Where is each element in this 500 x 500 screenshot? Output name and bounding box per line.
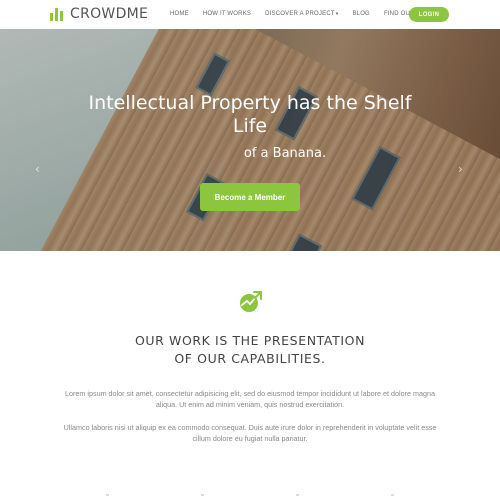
- nav-item-how-it-works[interactable]: HOW IT WORKS: [203, 11, 251, 17]
- chevron-left-icon[interactable]: ‹: [35, 162, 40, 176]
- main-nav: HOME HOW IT WORKS DISCOVER A PROJECT▾ BL…: [170, 11, 448, 17]
- nav-item-home[interactable]: HOME: [170, 11, 189, 17]
- nav-item-discover-a-project[interactable]: DISCOVER A PROJECT▾: [265, 11, 338, 17]
- hero-overlay: [0, 29, 500, 251]
- chart-arrow-icon: [240, 291, 262, 312]
- hero-subtitle: of a Banana.: [243, 146, 327, 161]
- site-header: CROWDME HOME HOW IT WORKS DISCOVER A PRO…: [0, 0, 500, 28]
- hero-title: Intellectual Property has the Shelf Life: [88, 92, 412, 137]
- bottom-divider-dots: [0, 494, 500, 496]
- section-heading-line2: OF OUR CAPABILITIES.: [174, 351, 326, 366]
- nav-item-discover-label: DISCOVER A PROJECT: [265, 11, 335, 17]
- hero-slider: ‹ ›: [0, 29, 500, 251]
- chevron-right-icon[interactable]: ›: [458, 162, 463, 176]
- logo[interactable]: CROWDME: [50, 6, 148, 22]
- nav-item-blog[interactable]: BLOG: [352, 11, 369, 17]
- section-heading-line1: OUR WORK IS THE PRESENTATION: [134, 333, 366, 348]
- chevron-down-icon: ▾: [335, 11, 339, 17]
- logo-bars-icon: [50, 7, 65, 21]
- section-paragraph-2: Ullamco laboris nisi ut aliquip ex ea co…: [63, 423, 437, 443]
- logo-text: CROWDME: [70, 6, 149, 22]
- section-heading: OUR WORK IS THE PRESENTATION OF OUR CAPA…: [100, 332, 400, 368]
- become-member-button[interactable]: Become a Member: [200, 183, 300, 211]
- login-button[interactable]: LOGIN: [409, 7, 449, 22]
- section-paragraph-1: Lorem ipsum dolor sit amet, consectetur …: [65, 389, 435, 409]
